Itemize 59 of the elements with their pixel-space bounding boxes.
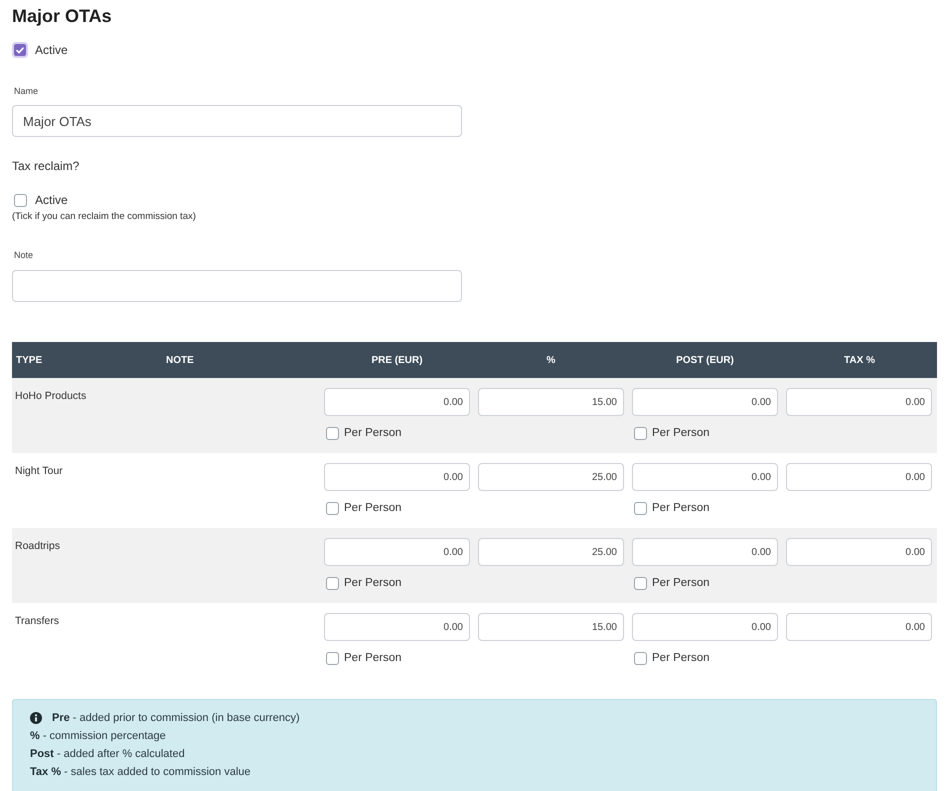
type-cell-text: Roadtrips	[15, 539, 60, 554]
checkbox-label[interactable]: Per Person	[652, 651, 710, 665]
checkbox-label[interactable]: Active	[35, 43, 68, 57]
percent-input[interactable]: 15.00	[478, 613, 624, 641]
checkbox[interactable]	[326, 652, 338, 664]
percent-input[interactable]: 25.00	[478, 463, 624, 491]
check-icon	[16, 46, 24, 54]
amount-input[interactable]: 0.00	[324, 388, 470, 416]
column-header: POST (EUR)	[675, 354, 735, 366]
legend-text: % - commission percentage	[30, 729, 166, 744]
tax-input[interactable]: 0.00	[786, 388, 932, 416]
amount-input[interactable]: 0.00	[632, 388, 778, 416]
type-cell-text: Night Tour	[15, 464, 63, 479]
checkbox-label[interactable]: Per Person	[652, 576, 710, 590]
page-title: Major OTAs	[12, 5, 113, 27]
checkbox-label[interactable]: Per Person	[344, 576, 402, 590]
field-label: Note	[14, 249, 34, 261]
legend-text: Pre - added prior to commission (in base currency)	[52, 711, 300, 726]
legend-text: Post - added after % calculated	[30, 747, 185, 762]
amount-input[interactable]: 0.00	[324, 613, 470, 641]
amount-input[interactable]: 0.00	[324, 538, 470, 566]
checkbox-label[interactable]: Per Person	[652, 501, 710, 515]
type-cell-text: Transfers	[15, 614, 59, 629]
tax-input[interactable]: 0.00	[786, 463, 932, 491]
tax-input[interactable]: 0.00	[786, 613, 932, 641]
amount-input[interactable]: 0.00	[632, 613, 778, 641]
column-header: TAX %	[843, 354, 876, 366]
info-icon	[30, 712, 42, 724]
field-label: Name	[14, 85, 40, 97]
checkbox-label[interactable]: Active	[35, 193, 68, 207]
checkbox[interactable]	[634, 502, 646, 514]
checkbox-label[interactable]: Per Person	[344, 651, 402, 665]
percent-input[interactable]: 25.00	[478, 538, 624, 566]
checkbox[interactable]	[634, 426, 646, 440]
checkbox[interactable]	[14, 194, 26, 206]
tax-input[interactable]: 0.00	[786, 538, 932, 566]
amount-input[interactable]: 0.00	[632, 538, 778, 566]
legend-text: Tax % - sales tax added to commission value	[30, 765, 251, 780]
checkbox[interactable]	[326, 576, 338, 590]
note-input[interactable]	[12, 270, 462, 302]
checkbox[interactable]	[12, 42, 28, 58]
checkbox[interactable]	[634, 576, 646, 590]
column-header: PRE (EUR)	[370, 354, 424, 366]
checkbox[interactable]	[634, 652, 646, 664]
name-input[interactable]: Major OTAs	[12, 105, 462, 137]
checkbox[interactable]	[326, 426, 338, 440]
checkbox-label[interactable]: Per Person	[344, 501, 402, 515]
hint-text: (Tick if you can reclaim the commission tax)	[12, 211, 197, 223]
type-cell-text: HoHo Products	[15, 389, 86, 404]
amount-input[interactable]: 0.00	[632, 463, 778, 491]
amount-input[interactable]: 0.00	[324, 463, 470, 491]
column-header: %	[546, 354, 556, 366]
section-label: Tax reclaim?	[12, 158, 80, 174]
checkbox[interactable]	[326, 502, 338, 514]
column-header: TYPE	[15, 354, 44, 366]
checkbox-label[interactable]: Per Person	[652, 426, 710, 440]
checkbox-label[interactable]: Per Person	[344, 426, 402, 440]
percent-input[interactable]: 15.00	[478, 388, 624, 416]
column-header: NOTE	[165, 354, 195, 366]
